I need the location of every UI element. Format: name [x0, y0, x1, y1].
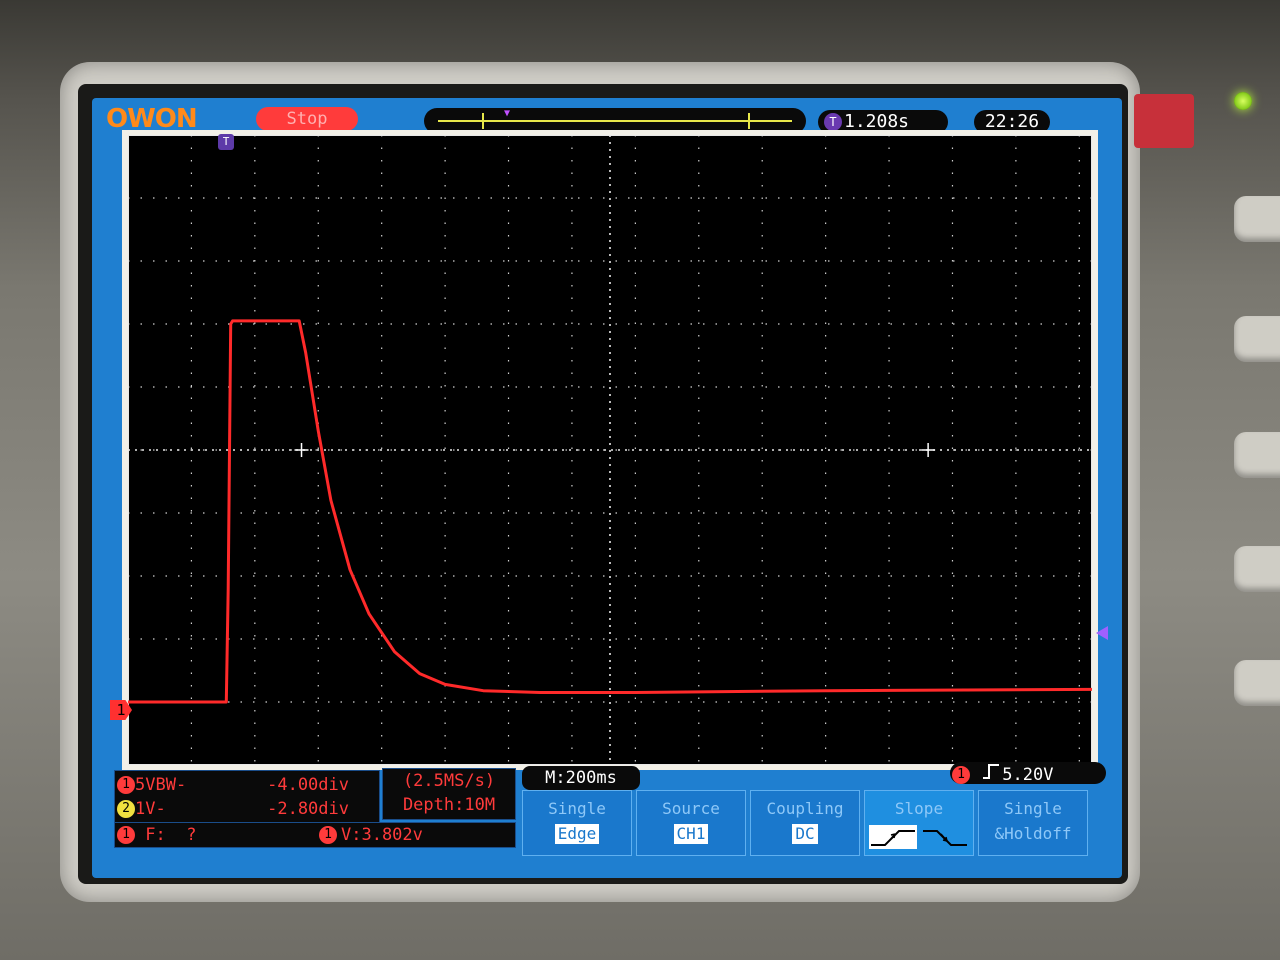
- channel-info-panel: 1 5VBW- -4.00div 2 1V- -2.80div: [114, 770, 380, 824]
- menu-trigger-mode[interactable]: Single Edge: [522, 790, 632, 856]
- trigger-time-value: 1.208s: [844, 111, 910, 132]
- run-status-badge: Stop: [256, 107, 358, 131]
- side-key-f4[interactable]: [1234, 546, 1280, 592]
- menu-trigger-holdoff[interactable]: Single &Holdoff: [978, 790, 1088, 856]
- side-key-f1[interactable]: [1234, 196, 1280, 242]
- voltage-readout: V:3.802v: [341, 825, 423, 845]
- view-window-right-bracket: [748, 113, 750, 129]
- trigger-time-badge: T: [824, 113, 842, 131]
- menu-trigger-coupling-value: DC: [792, 824, 818, 844]
- power-indicator-button[interactable]: [1134, 94, 1194, 148]
- rising-edge-icon: [982, 762, 1000, 786]
- volt-channel-badge: 1: [319, 826, 337, 844]
- memory-bar-line: [438, 120, 792, 122]
- side-key-f2[interactable]: [1234, 316, 1280, 362]
- menu-trigger-slope[interactable]: Slope: [864, 790, 974, 856]
- ch1-info-row: 1 5VBW- -4.00div: [117, 773, 377, 797]
- memory-depth: Depth:10M: [402, 795, 496, 815]
- cursor-cross-icon: [294, 443, 309, 457]
- menu-trigger-source-value: CH1: [673, 824, 709, 844]
- ch2-info-row: 2 1V- -2.80div: [117, 797, 377, 821]
- sample-rate: (2.5MS/s): [402, 771, 496, 791]
- freq-channel-badge: 1: [117, 826, 135, 844]
- menu-trigger-source-label: Source: [662, 799, 720, 818]
- ch1-coupling: 5VBW-: [135, 775, 187, 795]
- menu-holdoff-line1: Single: [1004, 799, 1062, 818]
- menu-trigger-mode-label: Single: [548, 799, 606, 818]
- ch1-waveform-trace: [128, 319, 1092, 704]
- ch1-badge: 1: [117, 776, 135, 794]
- power-led-icon: [1234, 92, 1252, 110]
- side-key-f5[interactable]: [1234, 660, 1280, 706]
- measurement-row: 1 F: ? 1 V:3.802v: [114, 822, 516, 848]
- trigger-level-value: 5.20V: [1002, 765, 1054, 785]
- acquisition-info: (2.5MS/s) Depth:10M: [382, 768, 516, 820]
- menu-trigger-slope-label: Slope: [894, 799, 944, 818]
- menu-trigger-coupling-label: Coupling: [766, 799, 844, 818]
- ch2-offset: -2.80div: [267, 799, 349, 819]
- brand-logo: OWON: [106, 104, 198, 134]
- cursor-cross-icon: [921, 443, 936, 457]
- menu-trigger-mode-value: Edge: [554, 824, 600, 844]
- waveform-display: [128, 135, 1092, 765]
- side-key-f3[interactable]: [1234, 432, 1280, 478]
- menu-holdoff-line2: &Holdoff: [994, 824, 1072, 843]
- menu-trigger-source[interactable]: Source CH1: [636, 790, 746, 856]
- menu-trigger-coupling[interactable]: Coupling DC: [750, 790, 860, 856]
- frequency-readout: F: ?: [145, 825, 197, 845]
- ch2-badge: 2: [117, 800, 135, 818]
- ch1-offset: -4.00div: [267, 775, 349, 795]
- timebase-readout: M:200ms: [522, 766, 640, 790]
- view-window-left-bracket: [482, 113, 484, 129]
- trigger-level-readout: 1 5.20V: [950, 762, 1106, 786]
- slope-options-icon: [869, 825, 967, 849]
- ch2-coupling: 1V-: [135, 799, 166, 819]
- trigger-position-mini-icon: ▼: [504, 108, 511, 119]
- trigger-position-marker[interactable]: T: [218, 134, 234, 150]
- trigger-source-badge: 1: [952, 766, 970, 784]
- graticule-svg: [128, 135, 1092, 765]
